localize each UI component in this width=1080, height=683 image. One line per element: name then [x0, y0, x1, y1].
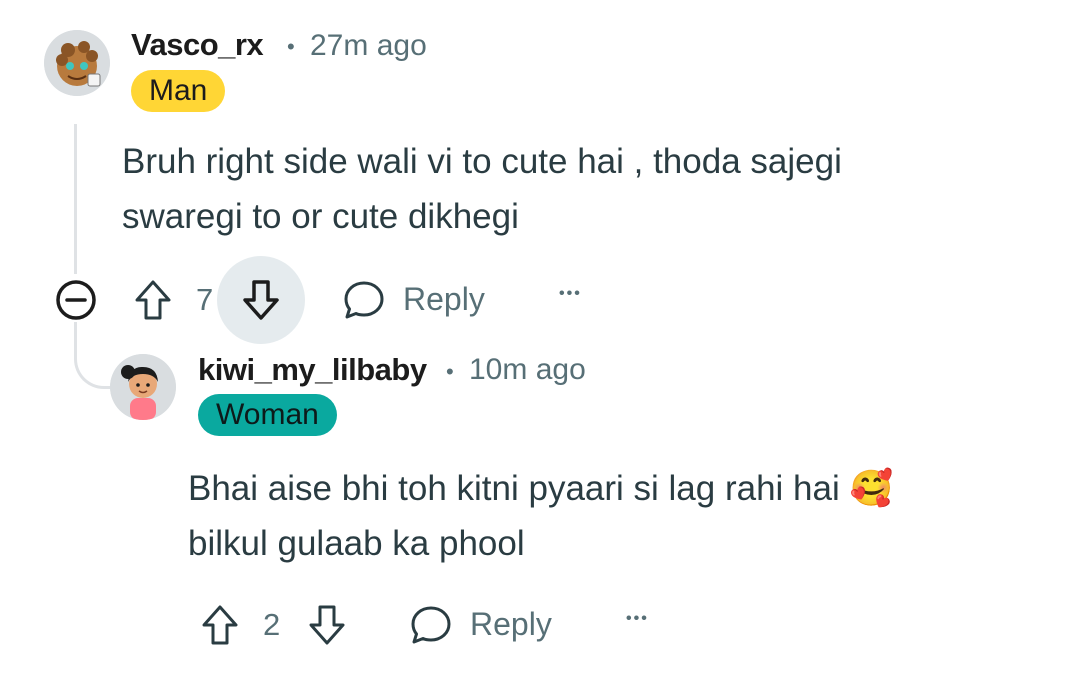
thread-line-top: [74, 124, 77, 274]
comment-body-text: Bhai aise bhi toh kitni pyaari si lag ra…: [188, 469, 840, 508]
ellipsis-icon[interactable]: •••: [626, 610, 649, 628]
collapse-thread-icon[interactable]: [54, 278, 98, 322]
comment-time: 27m ago: [310, 29, 427, 62]
downvote-arrow-icon[interactable]: [304, 601, 350, 649]
comment-body-line: swaregi to or cute dikhegi: [122, 197, 519, 236]
reply-button[interactable]: Reply: [403, 281, 485, 318]
comment-body-line: Bhai aise bhi toh kitni pyaari si lag ra…: [188, 461, 893, 516]
avatar-vasco[interactable]: [44, 30, 110, 96]
ellipsis-icon[interactable]: •••: [559, 285, 582, 303]
comment-body-line: bilkul gulaab ka phool: [188, 524, 525, 563]
speech-bubble-icon[interactable]: [340, 276, 388, 324]
comment-body: Bruh right side wali vi to cute hai , th…: [122, 134, 842, 244]
user-flair: Man: [131, 70, 226, 112]
comment-author[interactable]: Vasco_rx: [131, 27, 264, 63]
downvote-arrow-icon[interactable]: [217, 256, 305, 344]
vote-count: 7: [196, 282, 214, 317]
separator-dot: •: [287, 34, 295, 59]
avatar-kiwi[interactable]: [110, 354, 176, 420]
comment-body-line: Bruh right side wali vi to cute hai , th…: [122, 142, 842, 181]
separator-dot: •: [446, 359, 454, 384]
comment-author[interactable]: kiwi_my_lilbaby: [198, 352, 427, 388]
comment-body: Bhai aise bhi toh kitni pyaari si lag ra…: [188, 461, 893, 571]
upvote-arrow-icon[interactable]: [130, 276, 176, 324]
comment-time: 10m ago: [469, 353, 586, 386]
vote-count: 2: [263, 607, 281, 642]
smiling-hearts-emoji: 🥰: [849, 469, 894, 508]
speech-bubble-icon[interactable]: [407, 601, 455, 649]
user-flair: Woman: [198, 394, 337, 436]
upvote-arrow-icon[interactable]: [197, 601, 243, 649]
reply-button[interactable]: Reply: [470, 606, 552, 643]
thread-connector: [74, 322, 113, 389]
